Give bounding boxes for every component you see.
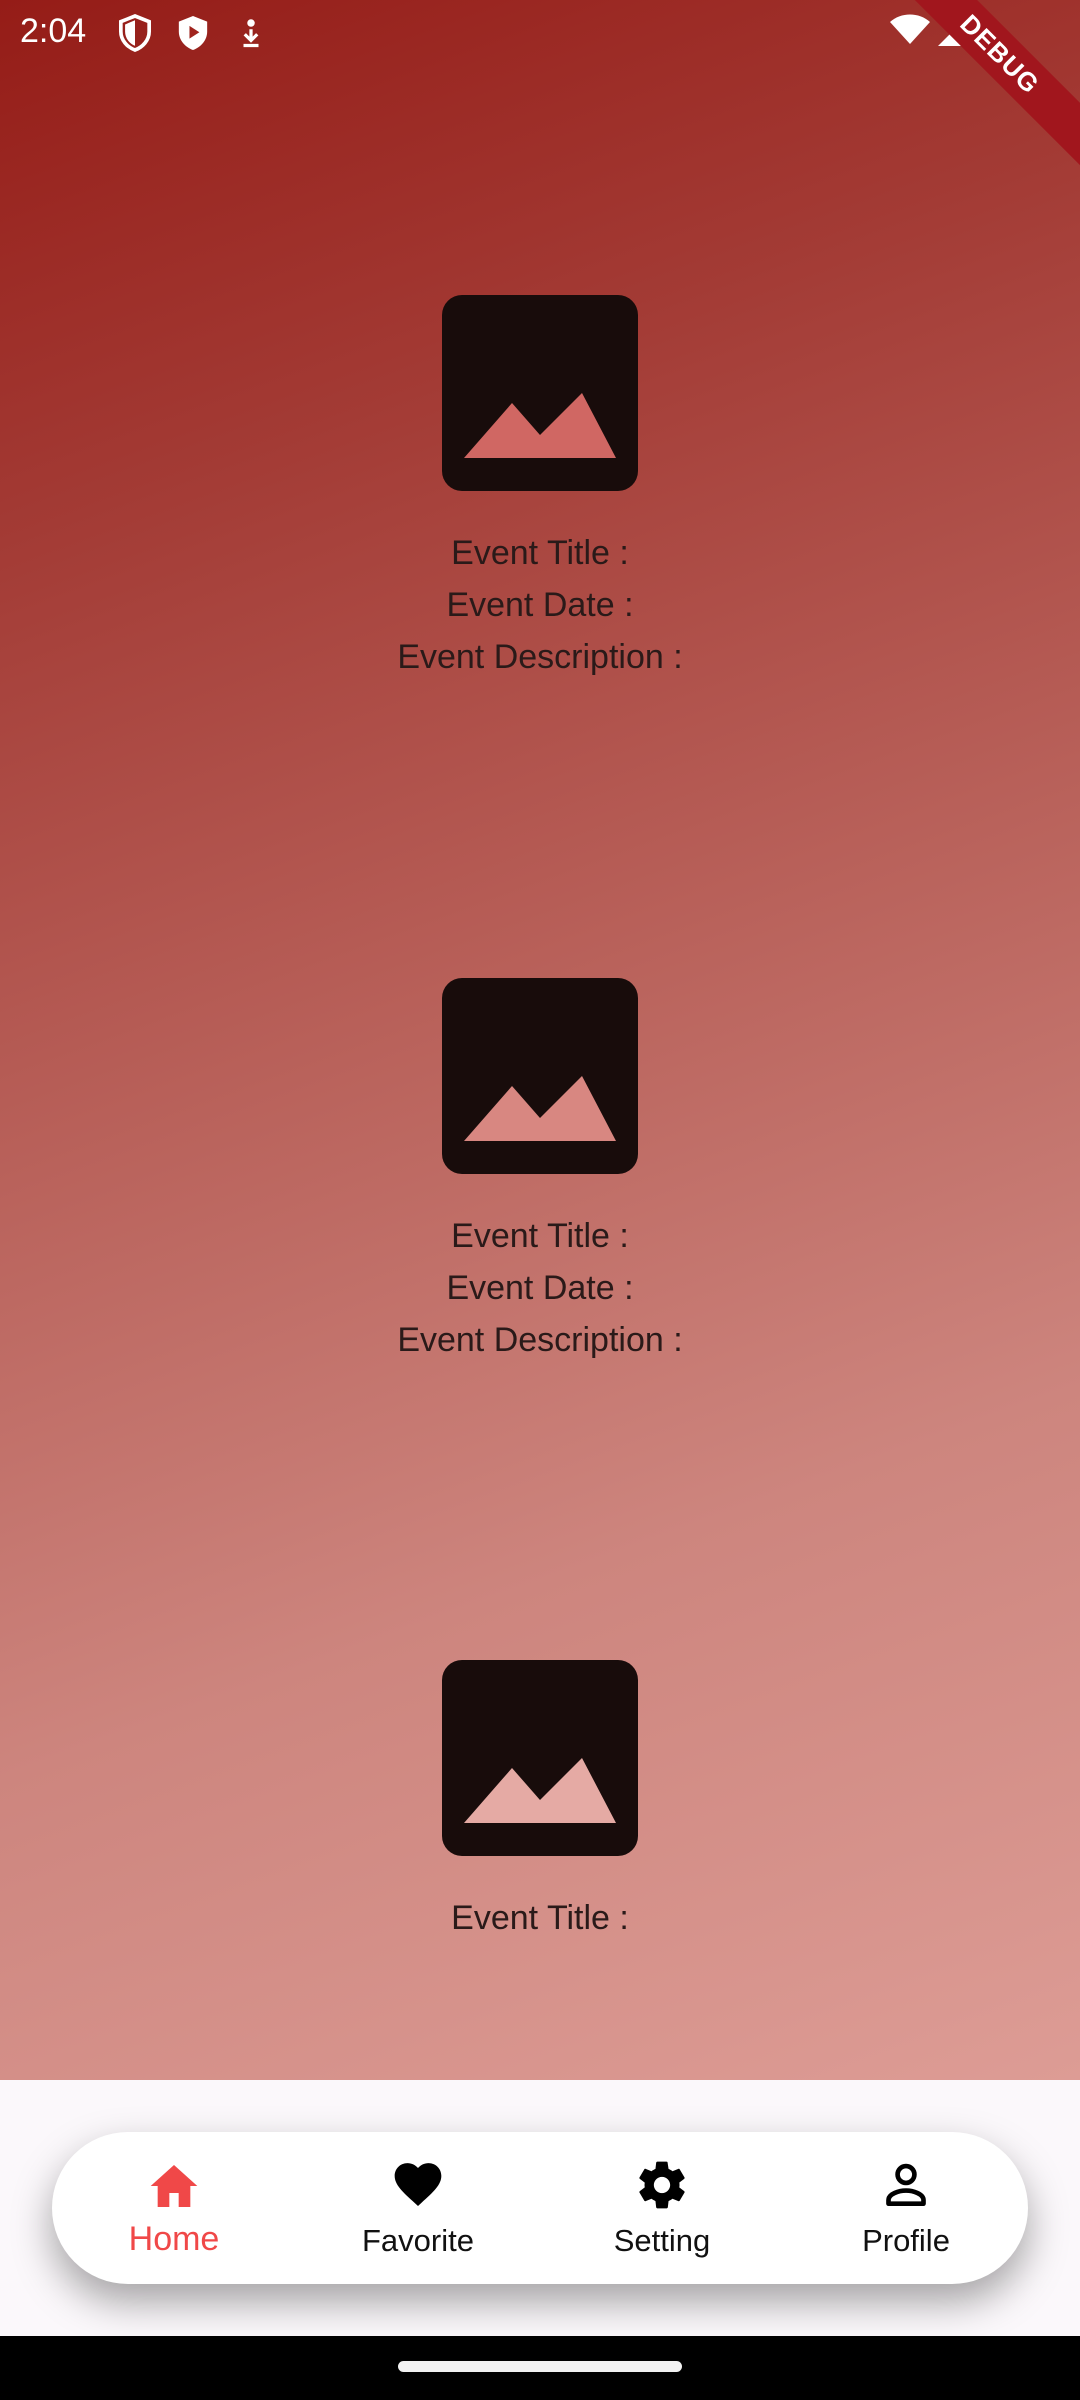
heart-icon: [394, 2163, 442, 2206]
person-icon: [886, 2163, 926, 2206]
event-date-label: Event Date :: [446, 586, 634, 624]
status-bar: 2:04: [0, 0, 1080, 66]
event-description-label: Event Description :: [397, 1321, 683, 1359]
shield-icon: [118, 14, 152, 57]
nav-item-setting[interactable]: Setting: [562, 2138, 762, 2278]
image-placeholder-icon: [442, 1660, 638, 1856]
nav-item-profile[interactable]: Profile: [806, 2138, 1006, 2278]
event-title-label: Event Title :: [451, 534, 629, 572]
app-screen: 2:04 DEBUG Event Title : Event Date : Ev…: [0, 0, 1080, 2400]
event-description-label: Event Description :: [397, 638, 683, 676]
play-shield-icon: [176, 14, 210, 57]
download-arrow-icon: [238, 18, 264, 53]
status-time: 2:04: [20, 12, 87, 50]
nav-label-favorite: Favorite: [362, 2223, 474, 2258]
home-icon: [150, 2164, 198, 2207]
bottom-navigation: Home Favorite Setting Profile: [52, 2132, 1028, 2284]
nav-label-setting: Setting: [613, 2223, 711, 2258]
image-placeholder-icon: [442, 295, 638, 491]
nav-item-home[interactable]: Home: [74, 2138, 274, 2278]
nav-item-favorite[interactable]: Favorite: [318, 2138, 518, 2278]
gear-icon: [639, 2161, 685, 2209]
event-date-label: Event Date :: [446, 1269, 634, 1307]
event-title-label: Event Title :: [451, 1217, 629, 1255]
gesture-handle[interactable]: [398, 2361, 682, 2372]
nav-label-home: Home: [128, 2219, 220, 2258]
event-card[interactable]: Event Title : Event Date : Event Descrip…: [0, 295, 1080, 683]
wifi-icon: [888, 12, 932, 51]
image-placeholder-icon: [442, 978, 638, 1174]
event-title-label: Event Title :: [451, 1899, 629, 1937]
nav-label-profile: Profile: [862, 2223, 950, 2258]
event-card[interactable]: Event Title :: [0, 1660, 1080, 1944]
event-card[interactable]: Event Title : Event Date : Event Descrip…: [0, 978, 1080, 1366]
